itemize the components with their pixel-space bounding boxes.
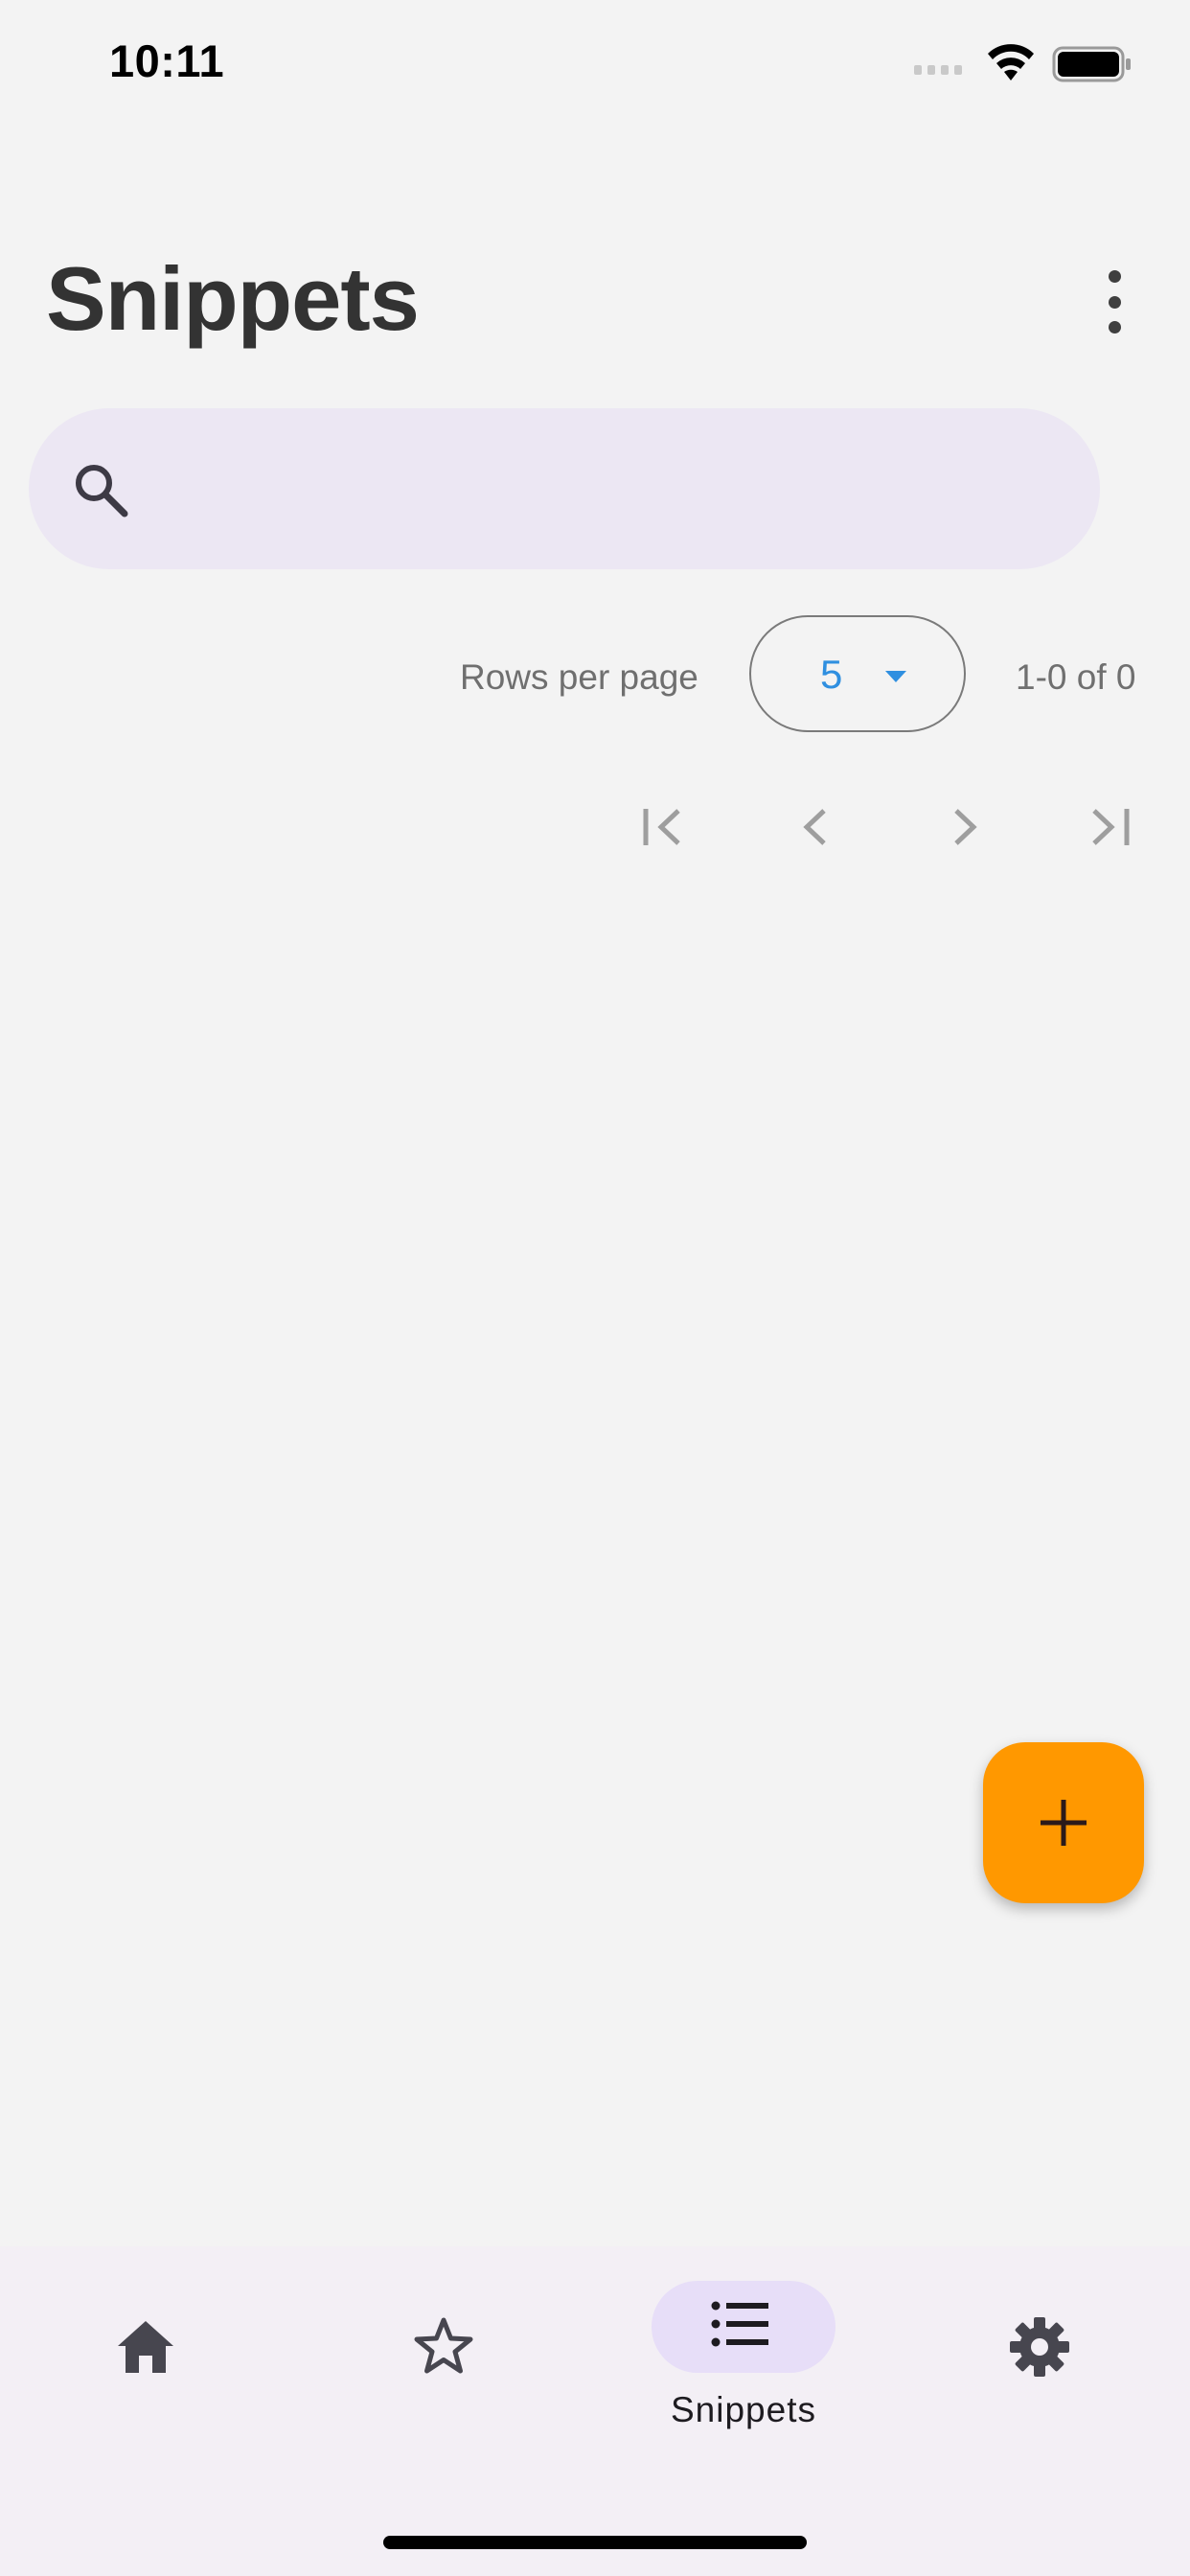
last-page-icon[interactable] [1081, 794, 1148, 861]
rows-per-page-value: 5 [820, 652, 843, 697]
home-icon [118, 2321, 173, 2373]
add-icon [1041, 1800, 1087, 1846]
search-icon [76, 465, 128, 518]
prev-page-icon[interactable] [782, 794, 849, 861]
nav-label-snippets: Snippets [671, 2390, 816, 2429]
rows-per-page-label: Rows per page [460, 657, 698, 697]
nav-item-settings[interactable] [945, 2281, 1136, 2434]
star-icon [414, 2317, 473, 2374]
chevron-down-icon [885, 671, 906, 682]
list-icon [711, 2301, 768, 2347]
rows-per-page-select[interactable] [749, 615, 966, 732]
next-page-icon[interactable] [931, 794, 998, 861]
page-title: Snippets [46, 248, 420, 349]
page-range-text: 1-0 of 0 [1016, 657, 1136, 697]
signal-icon [914, 65, 962, 75]
wifi-icon [988, 44, 1034, 80]
more-vert-icon[interactable] [1094, 270, 1134, 334]
add-snippet-button[interactable] [983, 1742, 1144, 1903]
status-time: 10:11 [109, 35, 225, 86]
nav-item-home[interactable] [51, 2281, 242, 2434]
gear-icon [1010, 2317, 1069, 2377]
battery-icon [1052, 46, 1131, 82]
nav-item-favorites[interactable] [349, 2281, 540, 2434]
home-indicator [383, 2536, 807, 2549]
first-page-icon[interactable] [632, 794, 699, 861]
search-input[interactable] [153, 435, 1058, 544]
